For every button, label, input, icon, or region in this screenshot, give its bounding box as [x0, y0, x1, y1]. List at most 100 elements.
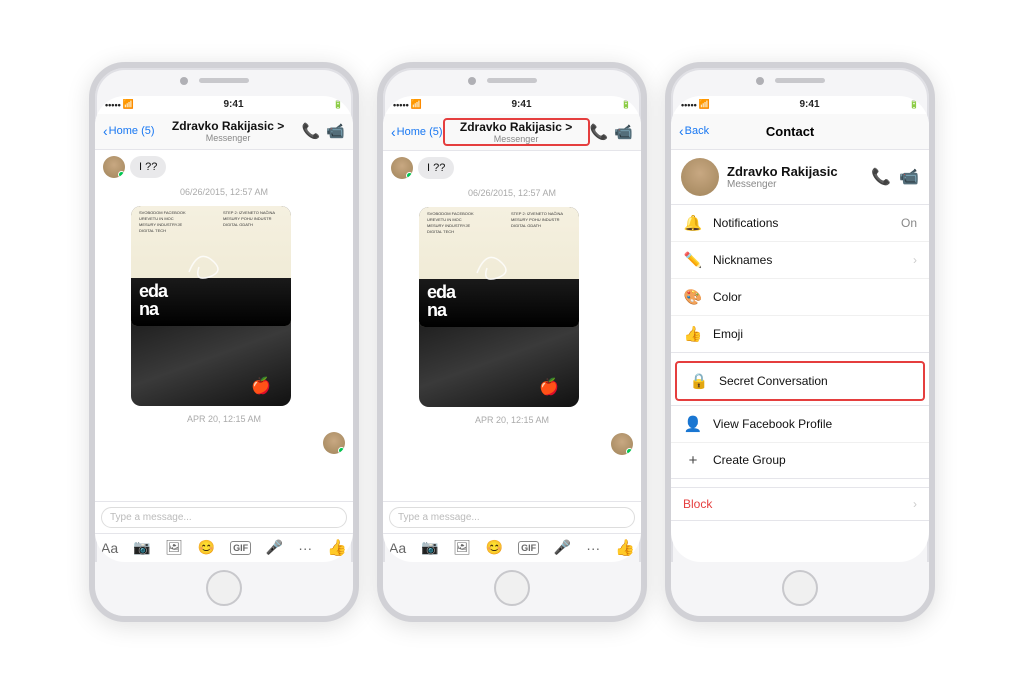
status-time-1: 9:41 [224, 99, 244, 110]
phone-top-2 [383, 68, 641, 96]
tool-gif-1[interactable]: GIF [230, 541, 251, 555]
secret-icon: 🔒 [689, 372, 709, 390]
apple-logo-2: 🍎 [539, 377, 559, 397]
contact-name-nav-2[interactable]: Zdravko Rakijasic > [448, 120, 585, 134]
menu-item-emoji[interactable]: 👍 Emoji [671, 316, 929, 352]
phone-icon-3[interactable]: 📞 [871, 167, 891, 187]
tool-gif-2[interactable]: GIF [518, 541, 539, 555]
phone-inner-2: ••••• 📶 9:41 🔋 ‹ Home (5) Zdravko Rakija… [383, 96, 641, 562]
create-group-icon: + [683, 452, 703, 469]
tool-more-2[interactable]: ··· [586, 540, 600, 556]
color-icon: 🎨 [683, 288, 703, 306]
msg-row-1: I ?? [103, 156, 345, 178]
menu-item-create-group[interactable]: + Create Group [671, 443, 929, 478]
notifications-value: On [901, 216, 917, 230]
emoji-icon: 👍 [683, 325, 703, 343]
menu-item-color[interactable]: 🎨 Color [671, 279, 929, 316]
video-icon-2[interactable]: 📹 [614, 123, 633, 141]
tool-more-1[interactable]: ··· [298, 540, 312, 556]
media-container-1: ⬆ SVOBODOM FACEBOOKUREVETU IN MOCMESURY … [103, 206, 345, 406]
block-section-3: Block › [671, 487, 929, 521]
battery-icon-1: 🔋 [333, 100, 343, 109]
menu-item-fb-profile[interactable]: 👤 View Facebook Profile [671, 406, 929, 443]
nicknames-chevron: › [913, 253, 917, 267]
media-block-2: SVOBODOM FACEBOOKUREVETU IN MOCMESURY IN… [419, 207, 579, 407]
msg-bubble-2: I ?? [418, 157, 454, 179]
home-button-2[interactable] [494, 570, 530, 606]
book-img-2: SVOBODOM FACEBOOKUREVETU IN MOCMESURY IN… [419, 207, 579, 327]
doodle-svg-2 [467, 243, 527, 283]
apr-stamp-2: APR 20, 12:15 AM [391, 415, 633, 425]
nav-back-3[interactable]: ‹ Back [679, 123, 709, 139]
status-right-2: 🔋 [621, 100, 631, 109]
tool-like-2[interactable]: 👍 [615, 538, 635, 558]
online-dot-1 [118, 171, 125, 178]
tool-mic-2[interactable]: 🎤 [554, 539, 571, 556]
status-left-1: ••••• 📶 [105, 99, 134, 110]
tool-like-1[interactable]: 👍 [327, 538, 347, 558]
avatar-bottom-2 [611, 433, 633, 455]
phone-icon-2[interactable]: 📞 [590, 123, 609, 141]
contact-name-nav-1[interactable]: Zdravko Rakijasic > [155, 119, 302, 133]
online-dot-bottom-1 [338, 447, 345, 454]
wifi-icon-2: 📶 [411, 99, 422, 110]
menu-item-nicknames[interactable]: ✏️ Nicknames › [671, 242, 929, 279]
tool-camera-2[interactable]: 📷 [421, 539, 438, 556]
tool-image-2[interactable]: 🖼 [453, 539, 471, 556]
nav-center-2-highlighted: Zdravko Rakijasic > Messenger [443, 118, 590, 146]
home-button-1[interactable] [206, 570, 242, 606]
nav-actions-1: 📞 📹 [302, 122, 345, 140]
tool-mic-1[interactable]: 🎤 [266, 539, 283, 556]
status-bar-3: ••••• 📶 9:41 🔋 [671, 96, 929, 114]
status-right-1: 🔋 [333, 100, 343, 109]
video-icon-1[interactable]: 📹 [326, 122, 345, 140]
status-bar-1: ••••• 📶 9:41 🔋 [95, 96, 353, 114]
home-button-3[interactable] [782, 570, 818, 606]
block-label-3: Block [683, 497, 712, 511]
home-btn-area-3 [671, 562, 929, 616]
video-icon-3[interactable]: 📹 [899, 167, 919, 187]
message-area-2: I ?? 06/26/2015, 12:57 AM ⬆ SVOBODOM FAC… [383, 151, 641, 501]
message-input-2[interactable]: Type a message... [389, 507, 635, 528]
tool-aa-1[interactable]: Aa [101, 540, 118, 556]
tool-emoji-1[interactable]: 😊 [198, 539, 215, 556]
nav-bar-1: ‹ Home (5) Zdravko Rakijasic > Messenger… [95, 114, 353, 150]
nicknames-icon: ✏️ [683, 251, 703, 269]
tool-emoji-2[interactable]: 😊 [486, 539, 503, 556]
phone-top-3 [671, 68, 929, 96]
nav-back-label-3: Back [685, 125, 709, 137]
tool-aa-2[interactable]: Aa [389, 540, 406, 556]
phone-inner-1: ••••• 📶 9:41 🔋 ‹ Home (5) Zdravko Rakija… [95, 96, 353, 562]
nav-back-label-2: Home (5) [397, 126, 443, 138]
contact-info-3: Zdravko Rakijasic Messenger [727, 164, 838, 190]
media-inner-2: SVOBODOM FACEBOOKUREVETU IN MOCMESURY IN… [419, 207, 579, 407]
apple-logo-1: 🍎 [251, 376, 271, 396]
signal-dots-2: ••••• [393, 100, 409, 110]
nav-back-2[interactable]: ‹ Home (5) [391, 124, 443, 140]
menu-item-secret[interactable]: 🔒 Secret Conversation [677, 363, 923, 399]
avatar-2 [391, 157, 413, 179]
input-bar-2: Type a message... [383, 501, 641, 533]
menu-item-notifications[interactable]: 🔔 Notifications On [671, 205, 929, 242]
nav-actions-2: 📞 📹 [590, 123, 633, 141]
contact-sub-3: Messenger [727, 179, 838, 190]
status-left-3: ••••• 📶 [681, 99, 710, 110]
phones-container: ••••• 📶 9:41 🔋 ‹ Home (5) Zdravko Rakija… [69, 42, 955, 642]
bottom-avatar-row-2 [391, 433, 633, 455]
battery-icon-2: 🔋 [621, 100, 631, 109]
nav-sub-1: Messenger [155, 133, 302, 143]
block-item-3[interactable]: Block › [671, 488, 929, 520]
create-group-label: Create Group [713, 453, 917, 467]
tool-camera-1[interactable]: 📷 [133, 539, 150, 556]
nav-sub-2: Messenger [448, 134, 585, 144]
status-left-2: ••••• 📶 [393, 99, 422, 110]
contact-name-3: Zdravko Rakijasic [727, 164, 838, 179]
timestamp-1: 06/26/2015, 12:57 AM [103, 187, 345, 197]
message-input-1[interactable]: Type a message... [101, 507, 347, 528]
nav-back-1[interactable]: ‹ Home (5) [103, 123, 155, 139]
tool-image-1[interactable]: 🖼 [165, 539, 183, 556]
emoji-label: Emoji [713, 327, 917, 341]
phone-icon-1[interactable]: 📞 [302, 122, 321, 140]
contact-header-3: Zdravko Rakijasic Messenger 📞 📹 [671, 150, 929, 204]
nav-back-label-1: Home (5) [109, 125, 155, 137]
